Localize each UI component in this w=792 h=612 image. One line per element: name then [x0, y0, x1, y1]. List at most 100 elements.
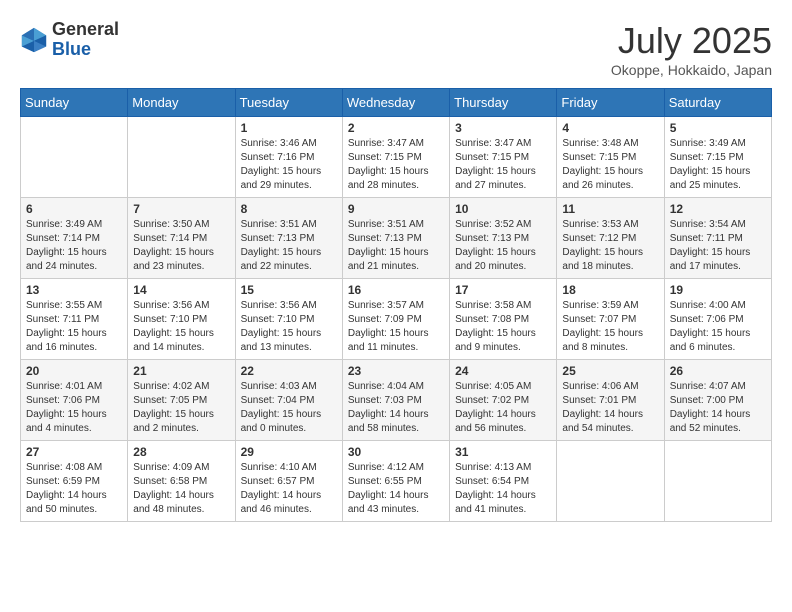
day-number: 16 [348, 283, 444, 297]
calendar-day-cell: 21 Sunrise: 4:02 AM Sunset: 7:05 PM Dayli… [128, 360, 235, 441]
weekday-header: Monday [128, 89, 235, 117]
calendar-day-cell: 13 Sunrise: 3:55 AM Sunset: 7:11 PM Dayli… [21, 279, 128, 360]
day-info: Sunrise: 3:57 AM Sunset: 7:09 PM Dayligh… [348, 299, 444, 355]
calendar-day-cell: 22 Sunrise: 4:03 AM Sunset: 7:04 PM Dayli… [235, 360, 342, 441]
day-info: Sunrise: 3:59 AM Sunset: 7:07 PM Dayligh… [562, 299, 658, 355]
day-info: Sunrise: 4:00 AM Sunset: 7:06 PM Dayligh… [670, 299, 766, 355]
day-info: Sunrise: 4:12 AM Sunset: 6:55 PM Dayligh… [348, 461, 444, 517]
calendar-day-cell: 31 Sunrise: 4:13 AM Sunset: 6:54 PM Dayli… [450, 441, 557, 522]
calendar-header: SundayMondayTuesdayWednesdayThursdayFrid… [21, 89, 772, 117]
calendar-day-cell: 3Sunrise: 3:47 AM Sunset: 7:15 PM Daylig… [450, 117, 557, 198]
day-number: 18 [562, 283, 658, 297]
calendar-day-cell: 2Sunrise: 3:47 AM Sunset: 7:15 PM Daylig… [342, 117, 449, 198]
calendar-day-cell: 14 Sunrise: 3:56 AM Sunset: 7:10 PM Dayli… [128, 279, 235, 360]
day-number: 15 [241, 283, 337, 297]
calendar-day-cell: 10Sunrise: 3:52 AM Sunset: 7:13 PM Dayli… [450, 198, 557, 279]
day-number: 8 [241, 202, 337, 216]
day-info: Sunrise: 3:53 AM Sunset: 7:12 PM Dayligh… [562, 218, 658, 274]
day-info: Sunrise: 3:56 AM Sunset: 7:10 PM Dayligh… [241, 299, 337, 355]
day-number: 1 [241, 121, 337, 135]
day-number: 13 [26, 283, 122, 297]
day-number: 29 [241, 445, 337, 459]
day-number: 17 [455, 283, 551, 297]
day-number: 31 [455, 445, 551, 459]
weekday-header: Wednesday [342, 89, 449, 117]
logo-blue: Blue [52, 40, 119, 60]
day-number: 23 [348, 364, 444, 378]
calendar-day-cell: 29 Sunrise: 4:10 AM Sunset: 6:57 PM Dayli… [235, 441, 342, 522]
day-info: Sunrise: 3:47 AM Sunset: 7:15 PM Dayligh… [455, 137, 551, 193]
calendar-day-cell: 7Sunrise: 3:50 AM Sunset: 7:14 PM Daylig… [128, 198, 235, 279]
weekday-header: Saturday [664, 89, 771, 117]
location: Okoppe, Hokkaido, Japan [611, 62, 772, 78]
day-info: Sunrise: 3:58 AM Sunset: 7:08 PM Dayligh… [455, 299, 551, 355]
day-info: Sunrise: 4:08 AM Sunset: 6:59 PM Dayligh… [26, 461, 122, 517]
logo: General Blue [20, 20, 119, 60]
weekday-header: Thursday [450, 89, 557, 117]
day-number: 24 [455, 364, 551, 378]
calendar-day-cell: 4 Sunrise: 3:48 AM Sunset: 7:15 PM Daylig… [557, 117, 664, 198]
weekday-header: Sunday [21, 89, 128, 117]
calendar-day-cell [128, 117, 235, 198]
day-number: 25 [562, 364, 658, 378]
day-number: 26 [670, 364, 766, 378]
day-number: 14 [133, 283, 229, 297]
day-number: 28 [133, 445, 229, 459]
weekday-header: Tuesday [235, 89, 342, 117]
month-title: July 2025 [611, 20, 772, 62]
day-info: Sunrise: 4:10 AM Sunset: 6:57 PM Dayligh… [241, 461, 337, 517]
calendar-day-cell: 6 Sunrise: 3:49 AM Sunset: 7:14 PM Daylig… [21, 198, 128, 279]
calendar-day-cell: 17 Sunrise: 3:58 AM Sunset: 7:08 PM Dayli… [450, 279, 557, 360]
calendar-body: 1Sunrise: 3:46 AM Sunset: 7:16 PM Daylig… [21, 117, 772, 522]
day-info: Sunrise: 3:54 AM Sunset: 7:11 PM Dayligh… [670, 218, 766, 274]
calendar-day-cell: 27Sunrise: 4:08 AM Sunset: 6:59 PM Dayli… [21, 441, 128, 522]
day-number: 21 [133, 364, 229, 378]
day-info: Sunrise: 3:51 AM Sunset: 7:13 PM Dayligh… [348, 218, 444, 274]
day-info: Sunrise: 3:56 AM Sunset: 7:10 PM Dayligh… [133, 299, 229, 355]
day-number: 4 [562, 121, 658, 135]
title-block: July 2025 Okoppe, Hokkaido, Japan [611, 20, 772, 78]
day-number: 7 [133, 202, 229, 216]
calendar-week-row: 27Sunrise: 4:08 AM Sunset: 6:59 PM Dayli… [21, 441, 772, 522]
day-info: Sunrise: 4:13 AM Sunset: 6:54 PM Dayligh… [455, 461, 551, 517]
day-number: 10 [455, 202, 551, 216]
calendar-week-row: 1Sunrise: 3:46 AM Sunset: 7:16 PM Daylig… [21, 117, 772, 198]
day-info: Sunrise: 3:49 AM Sunset: 7:15 PM Dayligh… [670, 137, 766, 193]
calendar-day-cell: 26 Sunrise: 4:07 AM Sunset: 7:00 PM Dayli… [664, 360, 771, 441]
day-info: Sunrise: 4:05 AM Sunset: 7:02 PM Dayligh… [455, 380, 551, 436]
calendar-day-cell: 19 Sunrise: 4:00 AM Sunset: 7:06 PM Dayli… [664, 279, 771, 360]
calendar-day-cell: 12 Sunrise: 3:54 AM Sunset: 7:11 PM Dayli… [664, 198, 771, 279]
calendar-day-cell: 18 Sunrise: 3:59 AM Sunset: 7:07 PM Dayli… [557, 279, 664, 360]
day-info: Sunrise: 3:48 AM Sunset: 7:15 PM Dayligh… [562, 137, 658, 193]
day-number: 2 [348, 121, 444, 135]
day-number: 20 [26, 364, 122, 378]
day-info: Sunrise: 3:55 AM Sunset: 7:11 PM Dayligh… [26, 299, 122, 355]
logo-text: General Blue [52, 20, 119, 60]
calendar-day-cell: 1Sunrise: 3:46 AM Sunset: 7:16 PM Daylig… [235, 117, 342, 198]
day-number: 6 [26, 202, 122, 216]
calendar-day-cell: 20 Sunrise: 4:01 AM Sunset: 7:06 PM Dayli… [21, 360, 128, 441]
day-number: 22 [241, 364, 337, 378]
day-info: Sunrise: 3:51 AM Sunset: 7:13 PM Dayligh… [241, 218, 337, 274]
day-info: Sunrise: 4:09 AM Sunset: 6:58 PM Dayligh… [133, 461, 229, 517]
calendar-day-cell: 23 Sunrise: 4:04 AM Sunset: 7:03 PM Dayli… [342, 360, 449, 441]
calendar-day-cell: 5Sunrise: 3:49 AM Sunset: 7:15 PM Daylig… [664, 117, 771, 198]
day-number: 19 [670, 283, 766, 297]
calendar-day-cell: 8 Sunrise: 3:51 AM Sunset: 7:13 PM Daylig… [235, 198, 342, 279]
calendar-week-row: 20 Sunrise: 4:01 AM Sunset: 7:06 PM Dayli… [21, 360, 772, 441]
day-number: 12 [670, 202, 766, 216]
day-number: 9 [348, 202, 444, 216]
calendar-day-cell [664, 441, 771, 522]
page-header: General Blue July 2025 Okoppe, Hokkaido,… [20, 20, 772, 78]
day-info: Sunrise: 4:03 AM Sunset: 7:04 PM Dayligh… [241, 380, 337, 436]
day-info: Sunrise: 4:02 AM Sunset: 7:05 PM Dayligh… [133, 380, 229, 436]
day-info: Sunrise: 4:07 AM Sunset: 7:00 PM Dayligh… [670, 380, 766, 436]
calendar-day-cell: 30 Sunrise: 4:12 AM Sunset: 6:55 PM Dayli… [342, 441, 449, 522]
day-info: Sunrise: 4:04 AM Sunset: 7:03 PM Dayligh… [348, 380, 444, 436]
calendar-day-cell: 24 Sunrise: 4:05 AM Sunset: 7:02 PM Dayli… [450, 360, 557, 441]
day-number: 11 [562, 202, 658, 216]
day-info: Sunrise: 3:49 AM Sunset: 7:14 PM Dayligh… [26, 218, 122, 274]
day-info: Sunrise: 4:01 AM Sunset: 7:06 PM Dayligh… [26, 380, 122, 436]
day-number: 30 [348, 445, 444, 459]
logo-icon [20, 26, 48, 54]
